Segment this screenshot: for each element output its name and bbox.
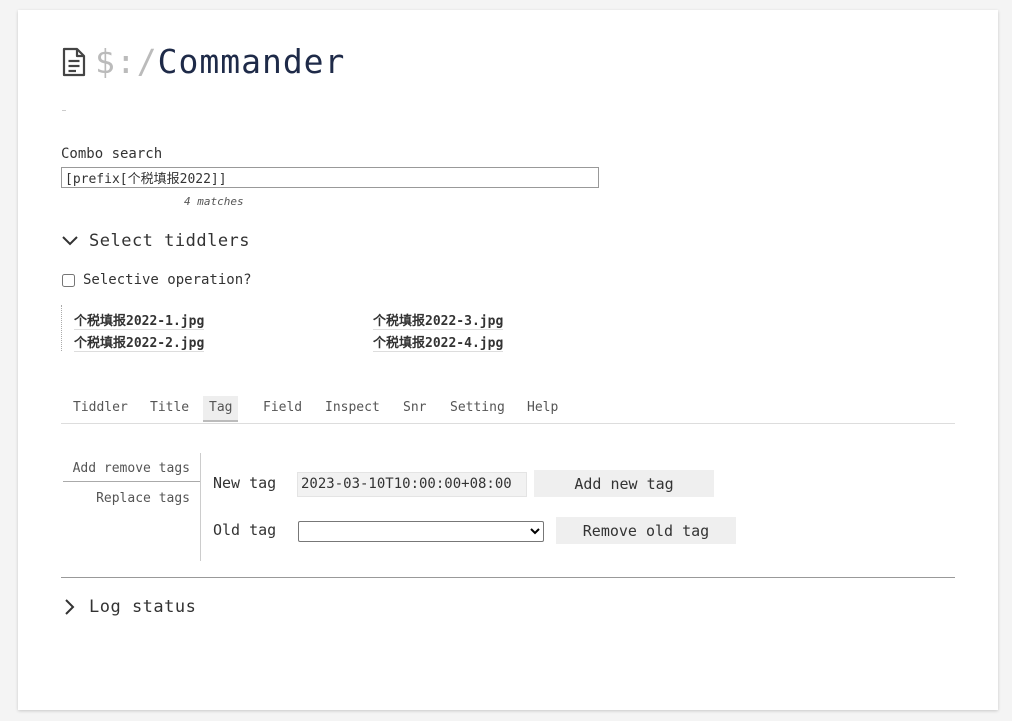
log-status-label: Log status (89, 597, 197, 617)
tab-bar: Tiddler Title Tag Field Inspect Snr Sett… (61, 396, 955, 424)
file-icon (62, 47, 86, 76)
tab-help[interactable]: Help (521, 396, 564, 422)
remove-old-tag-button[interactable]: Remove old tag (556, 517, 736, 544)
log-status-toggle[interactable]: Log status (61, 597, 196, 617)
commander-panel: $:/ Commander Combo search 4 matches Sel… (18, 10, 998, 710)
select-tiddlers-toggle[interactable]: Select tiddlers (61, 231, 250, 251)
match-count: 4 matches (184, 195, 244, 208)
new-tag-label: New tag (213, 474, 277, 492)
tiddler-list: 个税填报2022-1.jpg 个税填报2022-2.jpg 个税填报2022-3… (61, 305, 582, 352)
title-prefix: $:/ (95, 42, 158, 81)
add-new-tag-button[interactable]: Add new tag (534, 470, 714, 497)
select-tiddlers-label: Select tiddlers (89, 231, 251, 251)
tab-field[interactable]: Field (257, 396, 308, 422)
tab-snr[interactable]: Snr (397, 396, 432, 422)
subtab-replace-tags[interactable]: Replace tags (96, 491, 190, 506)
tiddler-link[interactable]: 个税填报2022-4.jpg (373, 332, 504, 352)
tab-setting[interactable]: Setting (444, 396, 511, 422)
selective-operation-checkbox[interactable] (62, 273, 75, 287)
tab-title[interactable]: Title (144, 396, 195, 422)
page-title: $:/ Commander (61, 42, 345, 81)
combo-search-label: Combo search (61, 146, 163, 162)
selective-operation-label: Selective operation? (83, 272, 252, 288)
tab-inspect[interactable]: Inspect (319, 396, 386, 422)
divider (62, 110, 66, 111)
title-main: Commander (157, 42, 346, 81)
old-tag-label: Old tag (213, 521, 277, 539)
old-tag-select[interactable] (298, 521, 544, 542)
combo-search-input[interactable] (61, 167, 599, 188)
selective-operation[interactable]: Selective operation? (61, 272, 252, 288)
subtab-active-indicator (63, 481, 200, 482)
chevron-right-icon (65, 599, 75, 615)
subtab-add-remove-tags[interactable]: Add remove tags (73, 461, 190, 476)
tag-subtabs: Add remove tags Replace tags (63, 453, 201, 561)
divider (61, 577, 955, 578)
tiddler-link[interactable]: 个税填报2022-3.jpg (373, 310, 504, 330)
tab-tag[interactable]: Tag (203, 396, 239, 422)
new-tag-input[interactable]: 2023-03-10T10:00:00+08:00 (297, 472, 527, 497)
tiddler-link[interactable]: 个税填报2022-2.jpg (74, 332, 205, 352)
tab-tiddler[interactable]: Tiddler (67, 396, 134, 422)
tiddler-link[interactable]: 个税填报2022-1.jpg (74, 310, 205, 330)
chevron-down-icon (62, 236, 78, 246)
